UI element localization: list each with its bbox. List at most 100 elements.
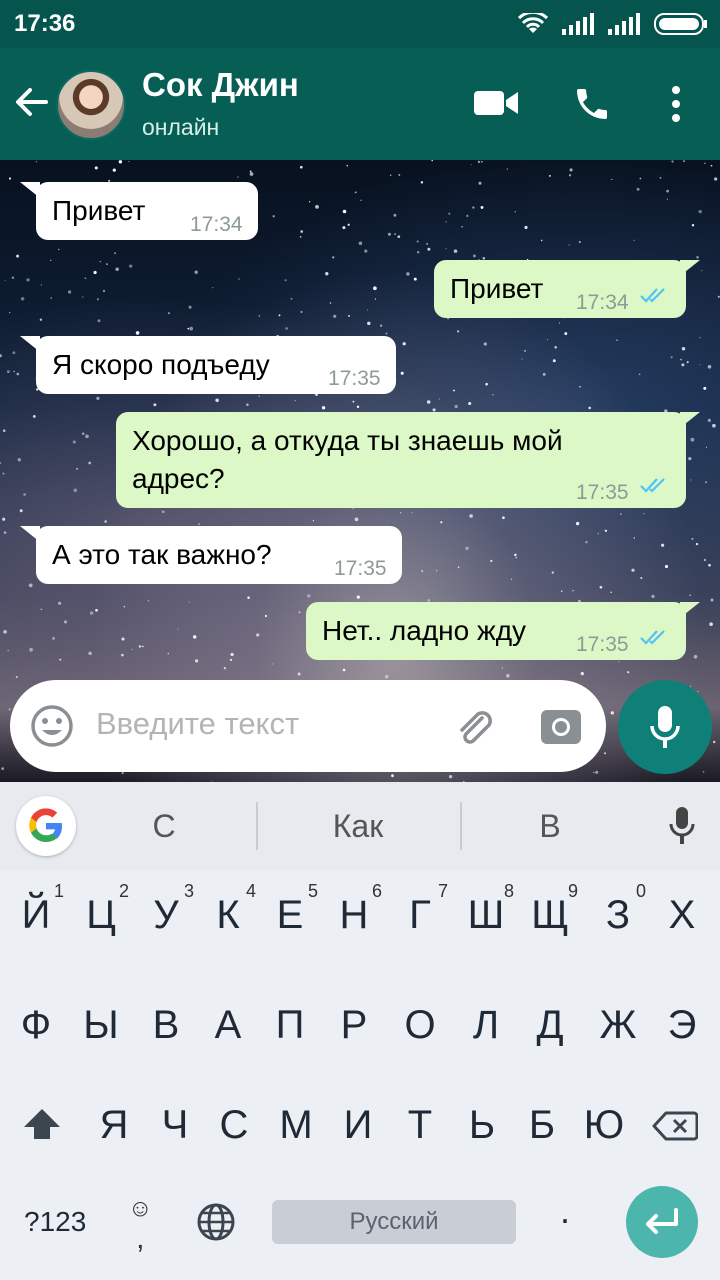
suggestion-3[interactable]: В: [510, 808, 590, 845]
google-button[interactable]: [16, 796, 76, 856]
star: [703, 386, 707, 390]
star: [636, 187, 640, 191]
star: [88, 461, 92, 465]
key[interactable]: Л: [454, 980, 518, 1070]
star: [188, 305, 192, 309]
star: [346, 165, 348, 167]
suggestion-2[interactable]: Как: [298, 808, 418, 845]
star: [472, 206, 475, 209]
key[interactable]: Б: [510, 1080, 574, 1170]
signal-icon: [608, 13, 640, 35]
emoji-comma-key[interactable]: ☺ ,: [128, 1194, 153, 1254]
star: [131, 648, 133, 650]
message-outgoing[interactable]: Привет 17:34: [434, 260, 686, 318]
phone-icon[interactable]: [572, 84, 612, 124]
star: [506, 168, 508, 170]
key[interactable]: Э: [650, 980, 714, 1070]
key-hint: 2: [118, 881, 129, 901]
message-incoming[interactable]: А это так важно? 17:35: [36, 526, 402, 584]
key[interactable]: В: [134, 980, 198, 1070]
key[interactable]: М: [264, 1080, 328, 1170]
star: [97, 319, 101, 323]
shift-icon[interactable]: [22, 1107, 62, 1141]
key[interactable]: И: [326, 1080, 390, 1170]
key[interactable]: К4: [196, 870, 260, 960]
video-call-icon[interactable]: [474, 88, 518, 118]
message-input[interactable]: Введите текст: [96, 706, 299, 742]
key[interactable]: Й1: [4, 870, 68, 960]
key[interactable]: П: [258, 980, 322, 1070]
voice-record-button[interactable]: [618, 680, 712, 774]
space-key[interactable]: Русский: [272, 1200, 516, 1244]
key[interactable]: З0: [586, 870, 650, 960]
message-incoming[interactable]: Я скоро подъеду 17:35: [36, 336, 396, 394]
key[interactable]: О: [388, 980, 452, 1070]
key[interactable]: Ц2: [69, 870, 133, 960]
key[interactable]: А: [196, 980, 260, 1070]
message-time: 17:35: [334, 557, 387, 580]
star: [229, 658, 233, 662]
key[interactable]: Е5: [258, 870, 322, 960]
globe-icon[interactable]: [196, 1202, 236, 1242]
key[interactable]: Ч: [143, 1080, 207, 1170]
period-key[interactable]: .: [560, 1190, 570, 1232]
message-incoming[interactable]: Привет 17:34: [36, 182, 258, 240]
key[interactable]: Г7: [388, 870, 452, 960]
key[interactable]: Ж: [586, 980, 650, 1070]
backspace-icon[interactable]: [652, 1111, 698, 1141]
key[interactable]: Т: [388, 1080, 452, 1170]
key[interactable]: Н6: [322, 870, 386, 960]
star: [290, 297, 293, 300]
message-time: 17:34: [190, 213, 243, 236]
star: [272, 215, 275, 218]
star: [2, 472, 5, 475]
suggestion-1[interactable]: С: [124, 808, 204, 845]
star: [4, 280, 6, 282]
star: [448, 775, 453, 779]
paperclip-icon[interactable]: [452, 704, 496, 748]
message-time: 17:34: [576, 291, 629, 314]
symbols-key[interactable]: ?123: [24, 1206, 86, 1238]
star: [308, 201, 311, 203]
star: [50, 259, 52, 262]
contact-name[interactable]: Сок Джин: [142, 66, 299, 104]
avatar[interactable]: [56, 70, 126, 140]
key-label: Р: [340, 1003, 368, 1047]
star: [39, 318, 43, 321]
star: [354, 191, 357, 194]
key-label: Ч: [161, 1103, 189, 1147]
key[interactable]: У3: [134, 870, 198, 960]
key[interactable]: Ш8: [454, 870, 518, 960]
star: [264, 614, 268, 618]
star: [483, 342, 487, 346]
key[interactable]: Ф: [4, 980, 68, 1070]
star: [472, 254, 476, 258]
star: [342, 209, 347, 214]
key[interactable]: Ы: [69, 980, 133, 1070]
star: [223, 666, 227, 670]
star: [94, 166, 98, 170]
key[interactable]: С: [202, 1080, 266, 1170]
key[interactable]: Х: [650, 870, 714, 960]
key-label: С: [219, 1103, 249, 1147]
emoji-icon[interactable]: [30, 704, 74, 748]
enter-key[interactable]: [626, 1186, 698, 1258]
key[interactable]: Щ9: [518, 870, 582, 960]
message-outgoing[interactable]: Нет.. ладно жду 17:35: [306, 602, 686, 660]
star: [188, 601, 190, 603]
key[interactable]: Ю: [572, 1080, 636, 1170]
message-input-box[interactable]: Введите текст: [10, 680, 606, 772]
more-vert-icon[interactable]: [664, 84, 688, 124]
key[interactable]: Д: [518, 980, 582, 1070]
back-arrow-icon[interactable]: [14, 84, 50, 120]
voice-input-icon[interactable]: [668, 806, 696, 846]
enter-icon: [646, 1208, 678, 1234]
message-outgoing[interactable]: Хорошо, а откуда ты знаешь мой адрес? 17…: [116, 412, 686, 508]
key[interactable]: Р: [322, 980, 386, 1070]
key[interactable]: Я: [82, 1080, 146, 1170]
key-label: Ю: [583, 1103, 625, 1147]
key[interactable]: Ь: [450, 1080, 514, 1170]
star: [8, 177, 12, 180]
camera-icon[interactable]: [540, 706, 582, 746]
star: [256, 633, 260, 637]
